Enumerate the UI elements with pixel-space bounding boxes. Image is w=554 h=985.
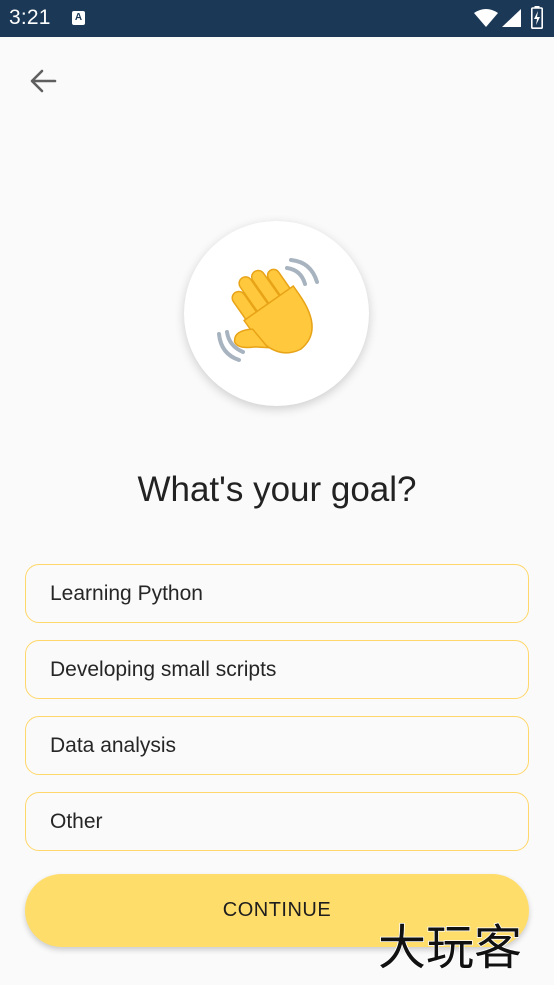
battery-icon <box>531 6 543 29</box>
hero-circle <box>184 221 369 406</box>
notification-a-icon: A <box>72 11 85 25</box>
arrow-left-icon <box>30 69 57 93</box>
option-data-analysis[interactable]: Data analysis <box>25 716 529 775</box>
notification-a-letter: A <box>74 12 83 23</box>
watermark-logo: 大玩客 <box>377 919 523 974</box>
signal-icon <box>502 9 521 27</box>
wifi-icon <box>474 9 498 27</box>
goal-options-list: Learning Python Developing small scripts… <box>25 564 529 868</box>
page-title: What's your goal? <box>137 470 417 509</box>
option-developing-small-scripts[interactable]: Developing small scripts <box>25 640 529 699</box>
option-other[interactable]: Other <box>25 792 529 851</box>
watermark-text: 大玩客 <box>378 920 522 974</box>
back-button[interactable] <box>22 60 64 102</box>
status-time: 3:21 <box>9 6 51 29</box>
option-learning-python[interactable]: Learning Python <box>25 564 529 623</box>
status-bar: 3:21 A <box>0 0 554 37</box>
waving-hand-icon <box>216 257 319 362</box>
